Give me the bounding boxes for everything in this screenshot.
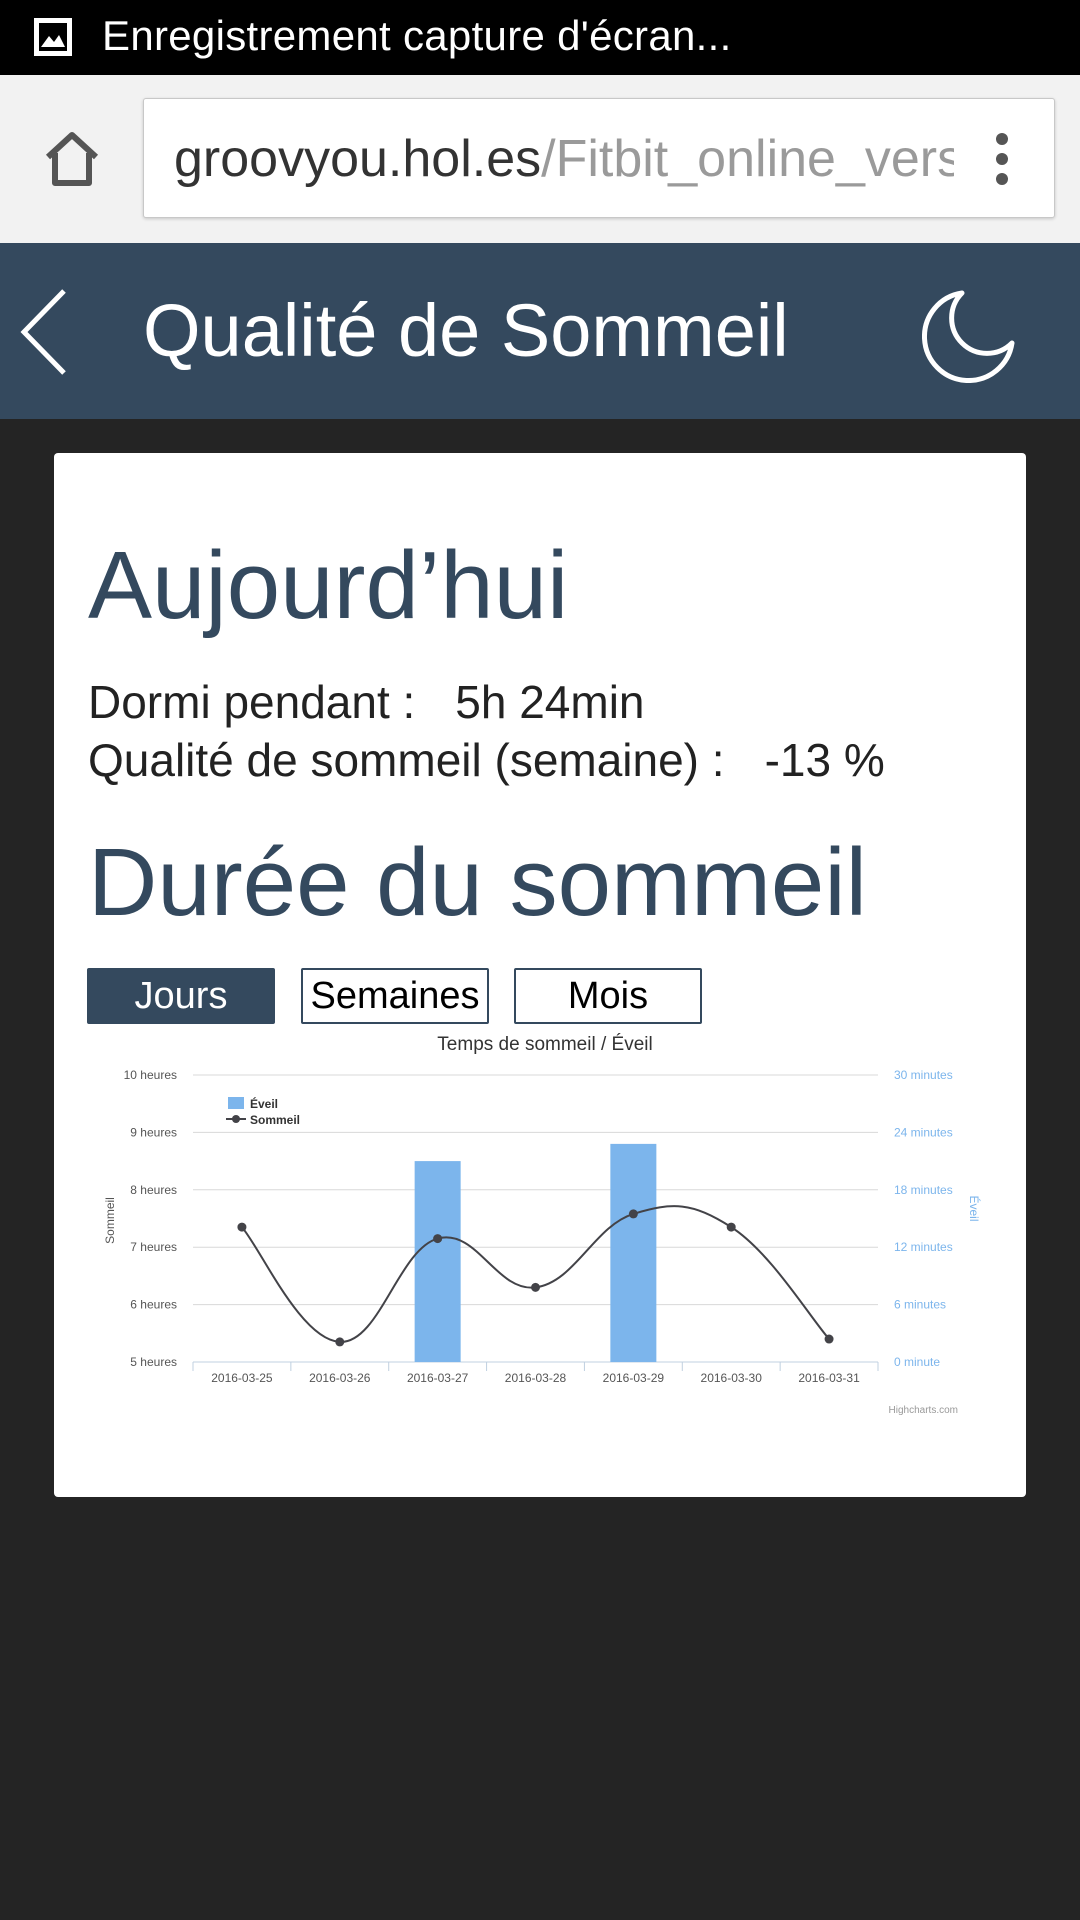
days-button[interactable]: Jours: [87, 968, 275, 1024]
x-tick-label: 2016-03-28: [505, 1371, 567, 1385]
x-tick-label: 2016-03-31: [798, 1371, 860, 1385]
notification-text: Enregistrement capture d'écran...: [102, 12, 732, 59]
chevron-left-icon[interactable]: [18, 287, 76, 377]
slept-value: 5h 24min: [455, 676, 645, 728]
sommeil-point: [726, 1222, 736, 1232]
sommeil-point: [824, 1334, 834, 1344]
url-text[interactable]: groovyou.hol.es/Fitbit_online_vers: [174, 129, 954, 189]
y-right-tick-label: 30 minutes: [894, 1068, 953, 1082]
x-tick-label: 2016-03-29: [603, 1371, 665, 1385]
sleep-chart: Temps de sommeil / Éveil 5 heures 6 heures…: [103, 1034, 982, 1416]
eveil-bar: [610, 1143, 657, 1362]
quality-label: Qualité de sommeil (semaine) :: [88, 734, 725, 786]
slept-line: Dormi pendant : 5h 24min: [88, 674, 645, 730]
sommeil-point: [531, 1282, 540, 1292]
url-host: groovyou.hol.es: [174, 130, 542, 188]
legend-eveil-symbol: [228, 1097, 244, 1109]
y-left-tick-label: 5 heures: [130, 1355, 177, 1369]
app-header: Qualité de Sommeil: [0, 243, 1080, 419]
x-tick-label: 2016-03-30: [701, 1371, 763, 1385]
chart-credits: Highcharts.com: [889, 1405, 958, 1416]
y-right-tick-label: 12 minutes: [894, 1240, 953, 1254]
y-left-tick-label: 10 heures: [124, 1068, 177, 1082]
y-left-tick-label: 8 heures: [130, 1183, 177, 1197]
page-title: Qualité de Sommeil: [143, 289, 789, 372]
y-left-tick-label: 7 heures: [130, 1240, 177, 1254]
duration-title: Durée du sommeil: [88, 829, 867, 936]
image-icon: [32, 16, 74, 58]
sommeil-point: [628, 1209, 638, 1219]
overflow-menu-icon[interactable]: [992, 133, 1012, 185]
x-tick-label: 2016-03-27: [407, 1371, 469, 1385]
y-left-tick-label: 6 heures: [130, 1298, 177, 1312]
legend-sommeil-marker: [232, 1115, 240, 1123]
y-right-tick-label: 18 minutes: [894, 1183, 953, 1197]
home-icon[interactable]: [40, 127, 104, 191]
quality-value: -13 %: [764, 734, 885, 786]
status-bar: Enregistrement capture d'écran...: [0, 0, 1080, 75]
url-bar[interactable]: groovyou.hol.es/Fitbit_online_vers: [143, 98, 1055, 218]
y-right-tick-label: 0 minute: [894, 1355, 940, 1369]
y-left-tick-label: 9 heures: [130, 1125, 177, 1139]
quality-line: Qualité de sommeil (semaine) : -13 %: [88, 732, 885, 788]
y-right-axis-title: Éveil: [967, 1195, 982, 1221]
url-path: /Fitbit_online_vers: [541, 130, 954, 188]
sommeil-line: [241, 1205, 830, 1343]
eveil-bar: [414, 1161, 461, 1362]
slept-label: Dormi pendant :: [88, 676, 416, 728]
x-tick-label: 2016-03-26: [309, 1371, 371, 1385]
today-title: Aujourd’hui: [88, 532, 569, 639]
legend-sommeil-label: Sommeil: [250, 1113, 300, 1127]
y-right-tick-label: 24 minutes: [894, 1125, 953, 1139]
moon-icon[interactable]: [922, 287, 1018, 383]
weeks-button[interactable]: Semaines: [301, 968, 489, 1024]
x-tick-label: 2016-03-25: [211, 1371, 273, 1385]
sleep-card: Aujourd’hui Dormi pendant : 5h 24min Qual…: [54, 453, 1026, 1497]
browser-toolbar: groovyou.hol.es/Fitbit_online_vers: [0, 75, 1080, 244]
months-button[interactable]: Mois: [514, 968, 702, 1024]
legend-eveil-label: Éveil: [250, 1096, 278, 1111]
sommeil-point: [433, 1234, 443, 1244]
y-right-tick-label: 6 minutes: [894, 1298, 946, 1312]
sommeil-point: [237, 1222, 247, 1232]
y-left-axis-title: Sommeil: [103, 1197, 117, 1244]
chart-title: Temps de sommeil / Éveil: [437, 1034, 652, 1055]
sommeil-point: [335, 1337, 345, 1347]
